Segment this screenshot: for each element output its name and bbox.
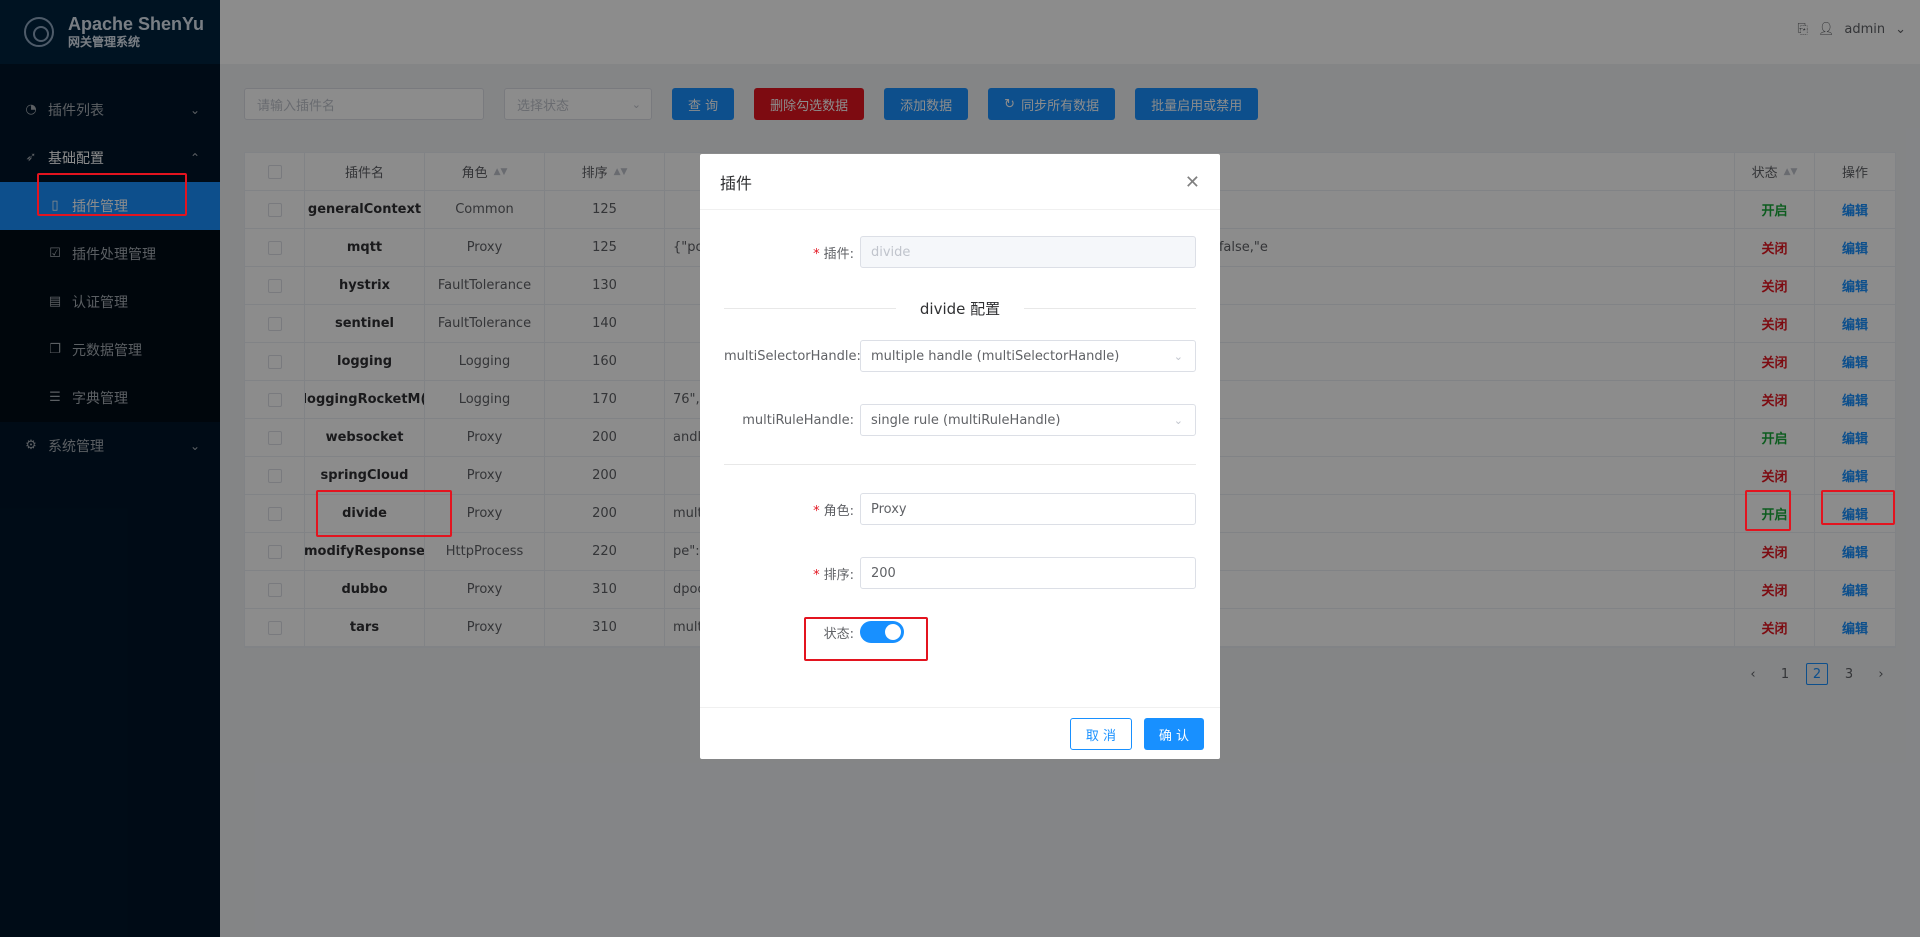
form-row-multi-selector: multiSelectorHandle: multiple handle (mu… [724, 340, 1196, 372]
confirm-button[interactable]: 确 认 [1143, 718, 1204, 750]
form-row-sort: * 排序: 200 [724, 557, 1196, 589]
required-mark: * [813, 503, 820, 519]
multi-rule-label: multiRuleHandle: [742, 412, 854, 428]
form-row-plugin: * 插件: divide [724, 236, 1196, 268]
plugin-dialog: 插件 ✕ * 插件: divide divide 配置 multiSelector… [700, 154, 1220, 759]
sort-label: 排序: [823, 567, 854, 583]
form-row-role: * 角色: Proxy [724, 493, 1196, 525]
multi-selector-select[interactable]: multiple handle (multiSelectorHandle) ⌄ [860, 340, 1196, 372]
form-row-status: 状态: [724, 621, 1196, 643]
role-label: 角色: [823, 503, 854, 519]
multi-selector-value: multiple handle (multiSelectorHandle) [871, 348, 1120, 364]
highlight-box [804, 617, 928, 661]
close-icon[interactable]: ✕ [1185, 172, 1200, 193]
config-divider: divide 配置 [724, 298, 1197, 319]
plugin-input: divide [860, 236, 1196, 268]
multi-rule-value: single rule (multiRuleHandle) [871, 412, 1061, 428]
form-row-multi-rule: multiRuleHandle: single rule (multiRuleH… [724, 404, 1196, 436]
plugin-label: 插件: [823, 246, 854, 262]
sort-input[interactable]: 200 [860, 557, 1196, 589]
required-mark: * [813, 246, 820, 262]
section-divider [724, 464, 1196, 465]
highlight-box [316, 490, 452, 537]
chevron-down-icon: ⌄ [1173, 349, 1183, 363]
dialog-footer: 取 消 确 认 [700, 707, 1220, 759]
highlight-box [37, 173, 187, 216]
highlight-box [1745, 490, 1791, 531]
role-input[interactable]: Proxy [860, 493, 1196, 525]
chevron-down-icon: ⌄ [1173, 413, 1183, 427]
highlight-box [1821, 490, 1895, 525]
config-section-title: divide 配置 [919, 300, 1001, 318]
multi-rule-select[interactable]: single rule (multiRuleHandle) ⌄ [860, 404, 1196, 436]
dialog-title: 插件 [700, 154, 1220, 210]
required-mark: * [813, 567, 820, 583]
cancel-button[interactable]: 取 消 [1069, 718, 1132, 750]
multi-selector-label: multiSelectorHandle: [724, 348, 861, 364]
